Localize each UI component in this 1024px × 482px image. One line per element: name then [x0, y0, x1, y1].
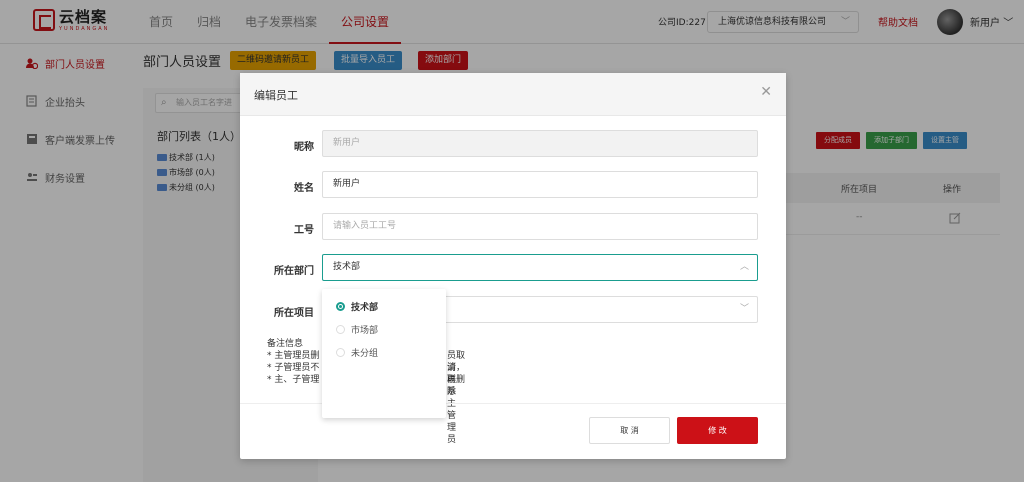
- name-value: 新用户: [333, 179, 361, 189]
- remarks-line: * 子管理员不 请联系主管理员: [267, 363, 457, 445]
- dept-option[interactable]: 技术部: [336, 298, 378, 314]
- dept-option-label: 市场部: [351, 325, 379, 336]
- dept-select-value: 技术部: [333, 262, 361, 272]
- remarks-line: * 主、子管理: [267, 375, 320, 385]
- cancel-button[interactable]: 取 消: [589, 417, 670, 444]
- name-field[interactable]: 新用户: [322, 171, 758, 198]
- dept-dropdown: 技术部 市场部 未分组: [322, 289, 446, 418]
- radio-icon: [336, 347, 345, 357]
- dept-option-label: 未分组: [351, 348, 379, 359]
- employee-no-field[interactable]: 请输入员工工号: [322, 213, 758, 240]
- dept-select[interactable]: 技术部 ︿: [322, 254, 758, 281]
- submit-button[interactable]: 修 改: [677, 417, 758, 444]
- dept-option[interactable]: 市场部: [336, 321, 378, 337]
- chevron-up-icon: ︿: [739, 262, 749, 272]
- dialog-title: 编辑员工: [254, 89, 298, 102]
- dialog-header: 编辑员工 ✕: [240, 73, 786, 116]
- nickname-field: 新用户: [322, 130, 758, 157]
- remarks-title: 备注信息: [267, 339, 304, 349]
- remarks: 备注信息 * 主管理员删 员取消，再删除 * 子管理员不 请联系主管理员 * 主、子…: [267, 338, 466, 445]
- nickname-value: 新用户: [333, 138, 361, 148]
- dept-option-label: 技术部: [351, 302, 379, 313]
- employee-no-label: 工号: [294, 225, 314, 236]
- chevron-down-icon: ﹀: [739, 304, 749, 314]
- radio-icon: [336, 324, 345, 334]
- dept-option[interactable]: 未分组: [336, 344, 378, 360]
- nickname-label: 昵称: [294, 142, 314, 153]
- employee-no-placeholder: 请输入员工工号: [333, 221, 397, 231]
- radio-checked-icon: [336, 301, 345, 311]
- name-label: 姓名: [294, 183, 314, 194]
- dept-label: 所在部门: [274, 266, 314, 277]
- project-label: 所在项目: [274, 308, 314, 319]
- remarks-line: * 主管理员删 员取消，再删除: [267, 351, 466, 397]
- close-icon[interactable]: ✕: [760, 84, 772, 100]
